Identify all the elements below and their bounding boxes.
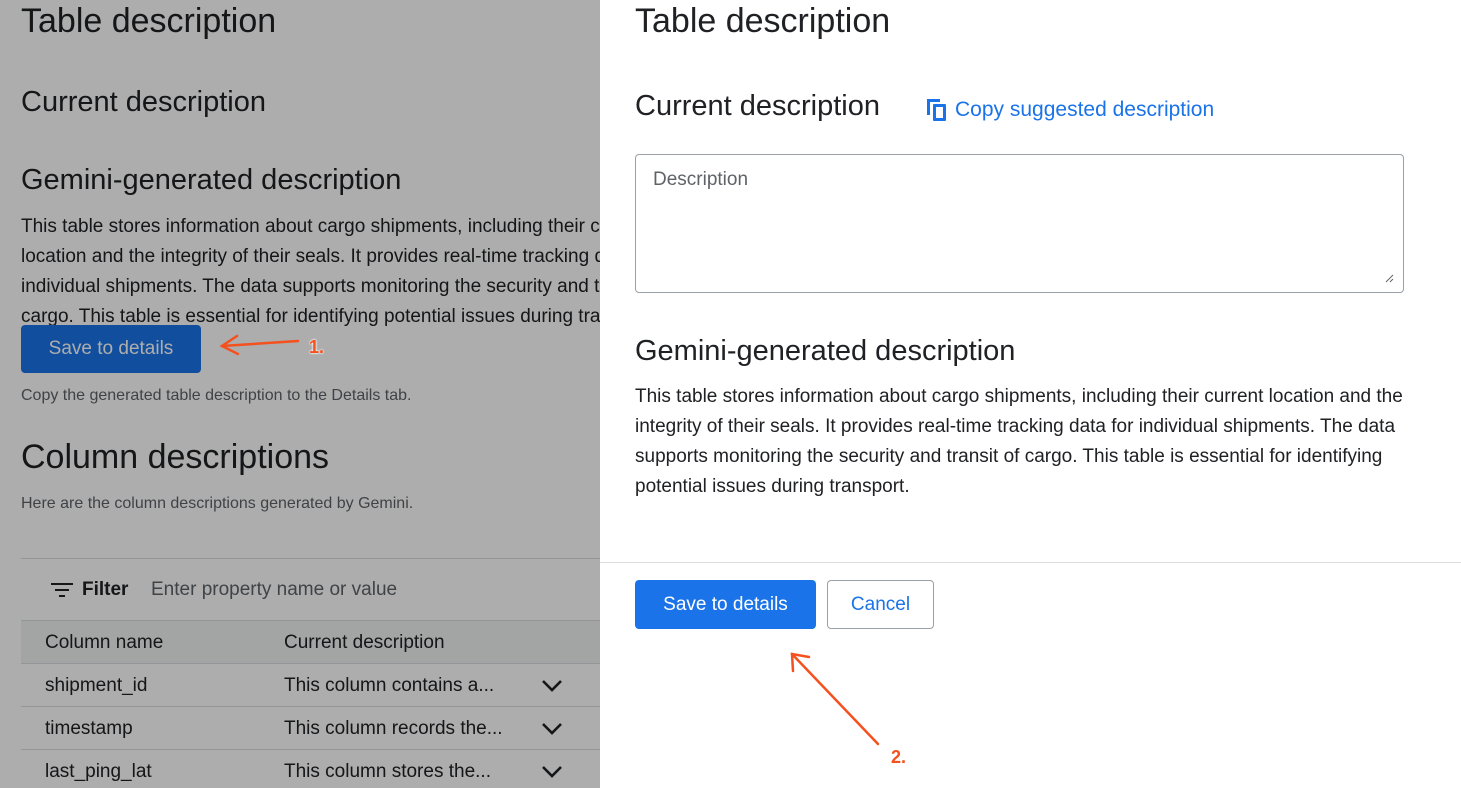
panel-gemini-description-heading: Gemini-generated description: [635, 335, 1016, 367]
copy-link-label: Copy suggested description: [955, 98, 1215, 121]
divider: [600, 562, 1461, 563]
step1-label: 1.: [309, 337, 325, 357]
table-description-panel: Table description Current description Co…: [600, 0, 1461, 788]
modal-scrim[interactable]: [0, 0, 600, 788]
panel-gemini-description-text: This table stores information about carg…: [635, 386, 1403, 497]
step2-label: 2.: [891, 747, 907, 767]
resize-handle-icon[interactable]: [1384, 273, 1394, 283]
panel-save-to-details-button[interactable]: Save to details: [635, 580, 816, 629]
panel-current-description-heading: Current description: [635, 90, 880, 122]
description-textarea[interactable]: [635, 154, 1404, 293]
copy-suggested-description-link[interactable]: Copy suggested description: [927, 95, 1214, 125]
cancel-button[interactable]: Cancel: [827, 580, 934, 629]
panel-title: Table description: [635, 2, 891, 40]
content-copy-icon: [927, 99, 947, 121]
